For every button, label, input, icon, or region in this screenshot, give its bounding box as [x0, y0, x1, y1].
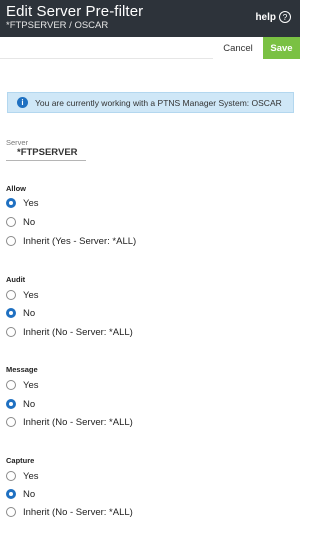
message-inherit-radio[interactable]	[6, 417, 16, 427]
audit-no-option[interactable]: No	[6, 306, 35, 320]
audit-label: Audit	[6, 275, 26, 284]
allow-yes-option[interactable]: Yes	[6, 196, 39, 210]
audit-yes-radio[interactable]	[6, 290, 16, 300]
message-no-option[interactable]: No	[6, 397, 35, 411]
message-inherit-option[interactable]: Inherit (No - Server: *ALL)	[6, 415, 133, 429]
message-label: Message	[6, 365, 38, 374]
help-button[interactable]: help ?	[255, 11, 291, 23]
allow-label: Allow	[6, 184, 26, 193]
audit-inherit-label: Inherit (No - Server: *ALL)	[23, 326, 133, 338]
server-field[interactable]: *FTPSERVER	[6, 146, 86, 161]
allow-no-label: No	[23, 216, 36, 228]
audit-yes-label: Yes	[23, 289, 39, 301]
capture-yes-label: Yes	[23, 470, 39, 482]
info-banner: i You are currently working with a PTNS …	[7, 92, 294, 113]
capture-yes-option[interactable]: Yes	[6, 469, 39, 483]
page-header: Edit Server Pre-filter *FTPSERVER / OSCA…	[0, 0, 300, 37]
allow-yes-radio[interactable]	[6, 198, 16, 208]
capture-no-radio[interactable]	[6, 489, 16, 499]
allow-no-radio[interactable]	[6, 217, 16, 227]
allow-no-option[interactable]: No	[6, 215, 35, 229]
audit-no-radio[interactable]	[6, 308, 16, 318]
info-icon: i	[17, 97, 28, 108]
message-no-label: No	[23, 398, 36, 410]
page-subtitle: *FTPSERVER / OSCAR	[6, 20, 109, 31]
allow-inherit-radio[interactable]	[6, 236, 16, 246]
cancel-button[interactable]: Cancel	[213, 37, 263, 59]
audit-yes-option[interactable]: Yes	[6, 288, 39, 302]
allow-inherit-option[interactable]: Inherit (Yes - Server: *ALL)	[6, 234, 136, 248]
save-button[interactable]: Save	[263, 37, 300, 59]
audit-inherit-option[interactable]: Inherit (No - Server: *ALL)	[6, 325, 133, 339]
capture-yes-radio[interactable]	[6, 471, 16, 481]
info-text: You are currently working with a PTNS Ma…	[35, 97, 282, 108]
audit-inherit-radio[interactable]	[6, 327, 16, 337]
message-inherit-label: Inherit (No - Server: *ALL)	[23, 416, 133, 428]
capture-no-option[interactable]: No	[6, 487, 35, 501]
action-bar: Cancel Save	[0, 37, 300, 59]
capture-inherit-label: Inherit (No - Server: *ALL)	[23, 506, 133, 518]
allow-yes-label: Yes	[23, 197, 39, 209]
capture-inherit-radio[interactable]	[6, 507, 16, 517]
message-yes-radio[interactable]	[6, 380, 16, 390]
capture-label: Capture	[6, 456, 35, 465]
capture-inherit-option[interactable]: Inherit (No - Server: *ALL)	[6, 505, 133, 519]
message-yes-option[interactable]: Yes	[6, 378, 39, 392]
capture-no-label: No	[23, 488, 36, 500]
page-title: Edit Server Pre-filter	[6, 3, 144, 20]
audit-no-label: No	[23, 307, 36, 319]
help-icon: ?	[279, 11, 291, 23]
message-yes-label: Yes	[23, 379, 39, 391]
help-label: help	[255, 11, 276, 23]
message-no-radio[interactable]	[6, 399, 16, 409]
allow-inherit-label: Inherit (Yes - Server: *ALL)	[23, 235, 137, 247]
